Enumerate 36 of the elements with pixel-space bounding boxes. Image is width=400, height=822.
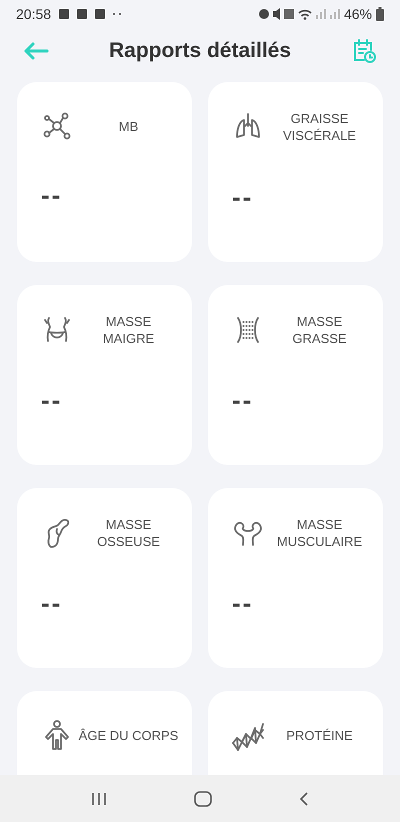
metric-value: -- xyxy=(41,182,62,208)
metric-label: GRAISSE VISCÉRALE xyxy=(283,110,356,144)
report-card[interactable]: MASSE MAIGRE -- xyxy=(17,285,192,465)
calendar-clock-icon xyxy=(351,38,377,64)
back-arrow-icon xyxy=(23,42,49,60)
metric-label: MB xyxy=(118,118,138,134)
report-card[interactable]: MASSE GRASSE -- xyxy=(208,285,383,465)
metric-value: -- xyxy=(232,387,254,413)
metric-label: ÂGE DU CORPS xyxy=(78,726,178,744)
recent-apps-icon xyxy=(91,792,108,806)
metric-value: -- xyxy=(41,590,62,616)
metric-label: MASSE OSSEUSE xyxy=(97,516,160,550)
metric-label: MASSE MAIGRE xyxy=(102,313,154,347)
status-time: 20:58 xyxy=(16,4,52,24)
signal-icon xyxy=(330,9,340,19)
report-card[interactable]: PROTÉINE xyxy=(208,691,383,775)
chevron-left-icon xyxy=(298,790,309,806)
metric-value: -- xyxy=(41,387,62,413)
metric-label: PROTÉINE xyxy=(286,726,353,744)
metric-label: MASSE GRASSE xyxy=(292,313,347,347)
metric-label: MASSE MUSCULAIRE xyxy=(276,516,362,550)
metric-value: -- xyxy=(232,590,254,616)
page-title: Rapports détaillés xyxy=(108,38,292,64)
battery-icon xyxy=(376,7,384,21)
molecule-icon xyxy=(41,110,73,142)
wifi-icon xyxy=(298,8,312,20)
report-card[interactable]: GRAISSE VISCÉRALE -- xyxy=(208,82,383,262)
signal-icon xyxy=(316,9,326,19)
mute-icon xyxy=(272,8,280,20)
home-icon xyxy=(194,790,212,806)
battery-percent: 46% xyxy=(344,4,372,24)
report-card[interactable]: MASSE OSSEUSE -- xyxy=(17,488,192,668)
report-card[interactable]: MB -- xyxy=(17,82,192,262)
report-card[interactable]: ÂGE DU CORPS xyxy=(17,691,192,775)
metric-value: -- xyxy=(232,184,254,210)
report-card[interactable]: MASSE MUSCULAIRE -- xyxy=(208,488,383,668)
